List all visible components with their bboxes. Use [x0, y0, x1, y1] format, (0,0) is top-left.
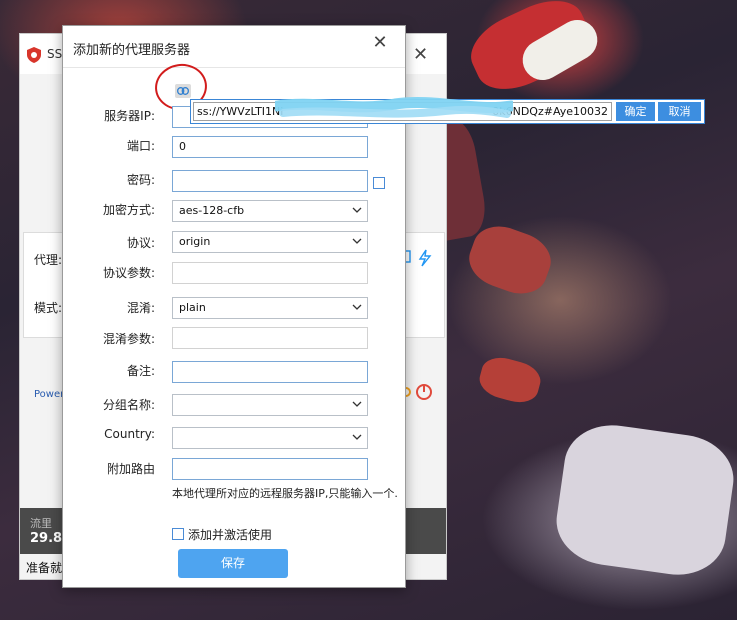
- chevron-down-icon: [352, 238, 362, 244]
- group-select[interactable]: [172, 394, 368, 416]
- protocol-value: origin: [179, 235, 211, 248]
- bg-traffic-label: 流里: [30, 517, 52, 530]
- url-value-start: ss://YWVzLTI1Ni: [197, 105, 284, 118]
- bg-status-text: 准备就: [26, 561, 63, 575]
- chevron-down-icon: [352, 207, 362, 213]
- app-logo-icon: [27, 47, 41, 63]
- title-divider: [63, 67, 405, 68]
- protocol-label: 协议:: [126, 236, 155, 250]
- chevron-down-icon: [352, 401, 362, 407]
- remark-field[interactable]: [172, 361, 368, 383]
- obfs-param-label: 混淆参数:: [102, 332, 155, 346]
- dialog-title: 添加新的代理服务器: [73, 43, 191, 58]
- obfs-param-field[interactable]: [172, 327, 368, 349]
- protocol-param-field[interactable]: [172, 262, 368, 284]
- chevron-down-icon: [352, 304, 362, 310]
- protocol-select[interactable]: origin: [172, 231, 368, 253]
- protocol-param-label: 协议参数:: [102, 266, 155, 280]
- password-field[interactable]: [172, 170, 368, 192]
- cancel-button[interactable]: 取消: [658, 102, 701, 121]
- activate-checkbox[interactable]: [172, 528, 184, 540]
- group-label: 分组名称:: [102, 398, 155, 412]
- obfs-label: 混淆:: [126, 301, 155, 315]
- server-ip-hint: 本地代理所对应的远程服务器IP,只能输入一个.: [172, 487, 398, 500]
- bg-window-title: SS: [47, 47, 63, 61]
- country-label: Country:: [104, 427, 155, 441]
- password-label: 密码:: [126, 173, 155, 187]
- close-icon[interactable]: ✕: [369, 32, 391, 54]
- extra-route-label: 附加路由: [106, 462, 155, 476]
- activate-label: 添加并激活使用: [188, 528, 273, 542]
- port-label: 端口:: [126, 139, 155, 153]
- remark-label: 备注:: [126, 364, 155, 378]
- obfs-select[interactable]: plain: [172, 297, 368, 319]
- extra-route-field[interactable]: [172, 458, 368, 480]
- country-select[interactable]: [172, 427, 368, 449]
- chevron-down-icon: [352, 434, 362, 440]
- bg-traffic-value: 29.8: [30, 531, 63, 546]
- show-password-checkbox[interactable]: [373, 177, 385, 189]
- server-ip-label: 服务器IP:: [104, 109, 155, 123]
- confirm-button[interactable]: 确定: [616, 102, 655, 121]
- redaction-scribble: [275, 96, 513, 118]
- encryption-label: 加密方式:: [102, 203, 155, 217]
- encryption-value: aes-128-cfb: [179, 204, 245, 217]
- obfs-value: plain: [179, 301, 206, 314]
- encryption-select[interactable]: aes-128-cfb: [172, 200, 368, 222]
- bg-close-icon[interactable]: ✕: [413, 44, 428, 65]
- port-field[interactable]: 0: [172, 136, 368, 158]
- save-button[interactable]: 保存: [178, 549, 288, 578]
